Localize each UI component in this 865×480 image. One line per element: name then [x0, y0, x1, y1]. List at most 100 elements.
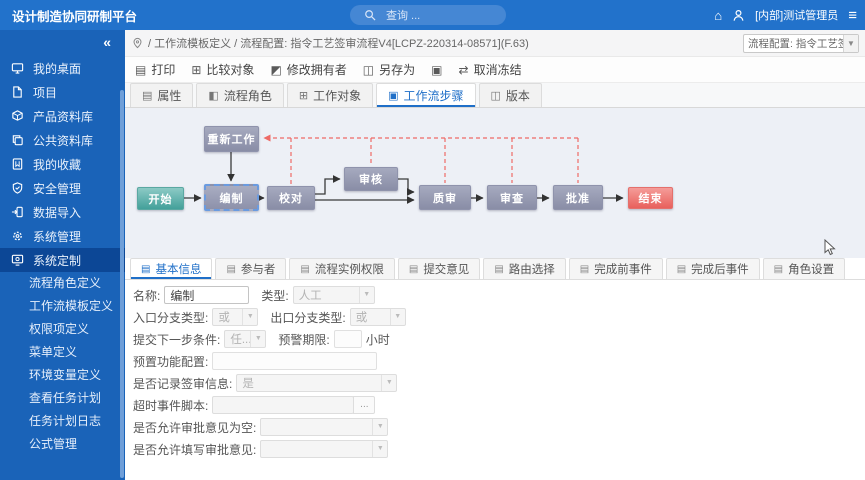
menu-icon[interactable]: ≡ — [848, 8, 857, 23]
sidebar-item-product-library[interactable]: 产品资料库 — [0, 104, 125, 128]
node-approve[interactable]: 批准 — [553, 185, 603, 210]
work-objects-icon: ⊞ — [299, 89, 308, 102]
sidebar-item-public-library[interactable]: 公共资料库 — [0, 128, 125, 152]
chevron-down-icon: ▼ — [242, 309, 257, 325]
warning-label: 预警期限: — [278, 331, 329, 348]
home-icon[interactable]: ⌂ — [714, 9, 722, 22]
folder-icon: ▣ — [388, 89, 398, 102]
sidebar-subitem-permission[interactable]: 权限项定义 — [0, 318, 125, 341]
branch-out-select[interactable]: 或▼ — [350, 308, 406, 326]
sidebar-subitem-workflow-template[interactable]: 工作流模板定义 — [0, 295, 125, 318]
sidebar-collapse-button[interactable]: « — [0, 30, 125, 56]
breadcrumb: / 工作流模板定义 / 流程配置: 指令工艺签审流程V4[LCPZ-220314… — [148, 35, 529, 51]
doc-icon: ▤ — [141, 264, 150, 275]
node-review[interactable]: 审核 — [344, 167, 398, 191]
type-select[interactable]: 人工▼ — [293, 286, 375, 304]
user-icon[interactable] — [732, 9, 745, 22]
tab-basic-info[interactable]: ▤基本信息 — [130, 258, 212, 279]
sidebar-item-data-import[interactable]: 数据导入 — [0, 200, 125, 224]
sidebar-subitem-menu[interactable]: 菜单定义 — [0, 341, 125, 364]
sidebar-item-system-custom[interactable]: 系统定制 — [0, 248, 125, 272]
app-title: 设计制造协同研制平台 — [12, 6, 137, 25]
versions-icon: ◫ — [491, 89, 501, 102]
compare-object-button[interactable]: ⊞比较对象 — [191, 61, 254, 78]
warning-input[interactable] — [334, 330, 362, 348]
chevron-down-icon: ▼ — [250, 331, 265, 347]
node-rework[interactable]: 重新工作 — [204, 126, 259, 152]
compare-icon: ⊞ — [191, 63, 201, 77]
tab-work-objects[interactable]: ⊞工作对象 — [287, 83, 373, 107]
tab-participants[interactable]: ▤参与者 — [215, 258, 286, 279]
sidebar-item-label: 系统定制 — [33, 252, 81, 269]
sidebar-subitem-env-variable[interactable]: 环境变量定义 — [0, 364, 125, 387]
sidebar-subitem-view-task-plan[interactable]: 查看任务计划 — [0, 387, 125, 410]
sidebar-subitem-formula[interactable]: 公式管理 — [0, 433, 125, 456]
node-proofread[interactable]: 校对 — [267, 186, 315, 210]
tab-post-complete-events[interactable]: ▤完成后事件 — [666, 258, 760, 279]
sidebar-item-favorites[interactable]: 我的收藏 — [0, 152, 125, 176]
sidebar-item-label: 安全管理 — [33, 180, 81, 197]
preset-input[interactable] — [212, 352, 377, 370]
app-window: 设计制造协同研制平台 查询 ... ⌂ [内部]测试管理员 ≡ « 我的桌面 项… — [0, 0, 865, 480]
node-quality-review[interactable]: 质审 — [419, 185, 471, 210]
detail-tabstrip: ▤基本信息 ▤参与者 ▤流程实例权限 ▤提交意见 ▤路由选择 ▤完成前事件 ▤完… — [125, 258, 865, 280]
allow-write-select[interactable]: ▼ — [260, 440, 388, 458]
sidebar-subitem-flow-role[interactable]: 流程角色定义 — [0, 272, 125, 295]
sidebar-item-label: 产品资料库 — [33, 108, 93, 125]
tab-submit-opinion[interactable]: ▤提交意见 — [398, 258, 480, 279]
sidebar-item-desktop[interactable]: 我的桌面 — [0, 56, 125, 80]
node-examine[interactable]: 审查 — [487, 185, 537, 210]
current-user[interactable]: [内部]测试管理员 — [755, 7, 838, 23]
object-tabstrip: ▤属性 ◧流程角色 ⊞工作对象 ▣工作流步骤 ◫版本 — [125, 83, 865, 108]
sidebar-item-label: 我的桌面 — [33, 60, 81, 77]
sidebar-item-system-admin[interactable]: 系统管理 — [0, 224, 125, 248]
flow-roles-icon: ◧ — [208, 89, 218, 102]
bookmark-icon — [11, 157, 24, 171]
tab-pre-complete-events[interactable]: ▤完成前事件 — [569, 258, 663, 279]
change-owner-button[interactable]: ◩修改拥有者 — [270, 61, 346, 78]
flow-config-select[interactable]: 流程配置: 指令工艺签审... ▼ — [743, 34, 859, 53]
branch-in-select[interactable]: 或▼ — [212, 308, 258, 326]
tab-versions[interactable]: ◫版本 — [479, 83, 542, 107]
desktop-icon — [11, 61, 24, 75]
tab-route-selection[interactable]: ▤路由选择 — [483, 258, 565, 279]
timeout-script-input[interactable] — [212, 396, 354, 414]
timeout-script-label: 超时事件脚本: — [133, 397, 208, 414]
sidebar: « 我的桌面 项目 产品资料库 公共资料库 我的收藏 安全管理 数据导入 — [0, 30, 125, 480]
next-condition-select[interactable]: 任...▼ — [224, 330, 266, 348]
tab-flow-roles[interactable]: ◧流程角色 — [196, 83, 283, 107]
tab-workflow-steps[interactable]: ▣工作流步骤 — [376, 83, 475, 107]
workflow-canvas[interactable]: 开始 重新工作 编制 校对 审核 质审 审查 批准 结束 — [125, 108, 865, 258]
node-draft-selected[interactable]: 编制 — [204, 184, 259, 211]
sidebar-item-security[interactable]: 安全管理 — [0, 176, 125, 200]
doc-icon: ▤ — [774, 264, 783, 275]
location-pin-icon — [132, 37, 143, 49]
doc-icon: ▤ — [580, 264, 589, 275]
print-button[interactable]: ▤打印 — [135, 61, 175, 78]
monitor-gear-icon — [11, 253, 24, 267]
sidebar-subitem-task-plan-log[interactable]: 任务计划日志 — [0, 410, 125, 433]
warning-unit: 小时 — [366, 331, 390, 348]
search-input[interactable]: 查询 ... — [350, 5, 506, 25]
cube-icon — [11, 109, 24, 123]
doc-icon: ▤ — [494, 264, 503, 275]
allow-empty-select[interactable]: ▼ — [260, 418, 388, 436]
node-end[interactable]: 结束 — [628, 187, 673, 209]
name-input[interactable] — [164, 286, 249, 304]
record-sign-select[interactable]: 是▼ — [236, 374, 397, 392]
import-icon — [11, 205, 24, 219]
tab-properties[interactable]: ▤属性 — [130, 83, 193, 107]
file-button[interactable]: ▣ — [431, 63, 442, 77]
gear-icon — [11, 229, 24, 243]
save-as-button[interactable]: ◫另存为 — [363, 61, 415, 78]
timeout-script-browse-button[interactable]: ... — [353, 396, 375, 414]
node-start[interactable]: 开始 — [137, 187, 184, 210]
record-sign-label: 是否记录签审信息: — [133, 375, 232, 392]
chevron-down-icon: ▼ — [843, 35, 858, 52]
unfreeze-button[interactable]: ⇄取消冻结 — [459, 61, 522, 78]
chevron-down-icon: ▼ — [372, 441, 387, 457]
tab-role-settings[interactable]: ▤角色设置 — [763, 258, 845, 279]
sidebar-item-project[interactable]: 项目 — [0, 80, 125, 104]
tab-instance-permissions[interactable]: ▤流程实例权限 — [289, 258, 394, 279]
sidebar-scrollbar[interactable] — [120, 90, 124, 478]
